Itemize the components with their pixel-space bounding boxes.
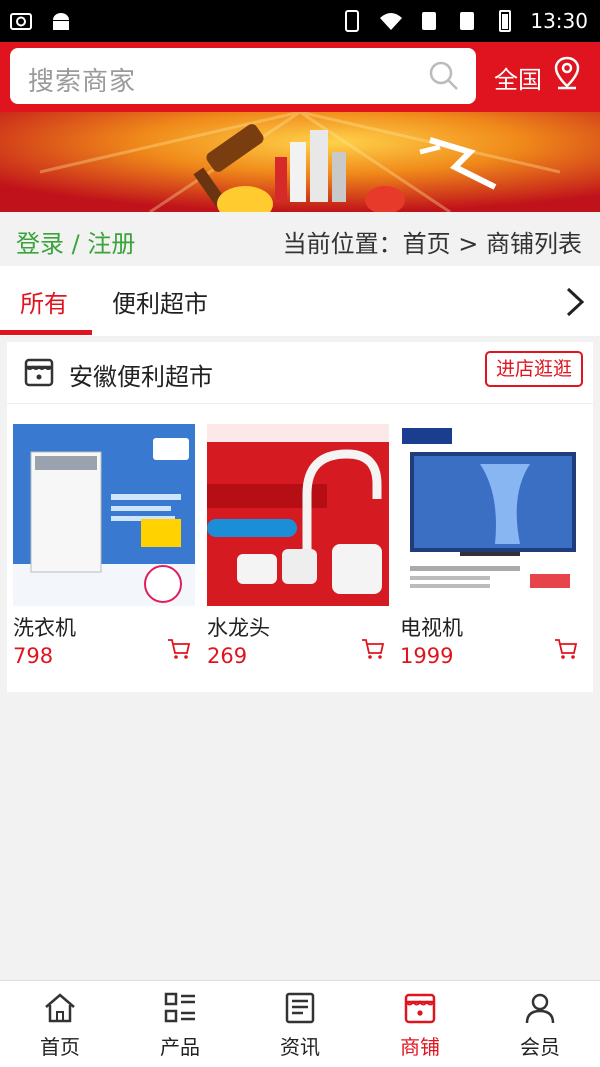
android-icon [53,13,69,30]
sim2-icon [460,12,475,30]
banner-graphic [0,112,600,212]
top-bar: 搜索商家 全国 [0,42,600,112]
shop-card: 安徽便利超市 进店逛逛 洗衣机 798 水龙头 269 电视机 1999 [7,342,593,692]
search-placeholder: 搜索商家 [28,67,137,97]
visit-store-button[interactable]: 进店逛逛 [485,351,583,387]
status-time: 13:30 [530,9,588,33]
breadcrumb: 当前位置：首页 > 商铺列表 [282,230,582,258]
cart-icon[interactable] [361,638,385,660]
product-card[interactable]: 洗衣机 798 [13,424,195,668]
tab-convenience-store[interactable]: 便利超市 [112,284,208,319]
shop-name: 安徽便利超市 [69,363,213,391]
tab-all[interactable]: 所有 [20,284,68,319]
product-image[interactable] [13,424,195,606]
nav-news[interactable]: 资讯 [240,981,360,1067]
nav-member[interactable]: 会员 [480,981,600,1067]
category-tabs: 所有 便利超市 [0,266,600,336]
battery-icon [499,10,512,32]
screenshot-icon [10,13,32,30]
search-icon[interactable] [428,60,460,92]
wifi-icon [380,13,403,30]
product-image[interactable] [207,424,389,606]
nav-shops[interactable]: 商铺 [360,981,480,1067]
nav-home[interactable]: 首页 [0,981,120,1067]
nav-label: 会员 [520,1035,560,1059]
product-card[interactable]: 水龙头 269 [207,424,389,668]
nav-label: 商铺 [400,1035,440,1059]
login-register-link[interactable]: 登录 / 注册 [16,224,135,259]
product-image[interactable] [400,424,582,606]
region-selector[interactable]: 全国 [494,60,542,95]
promo-banner[interactable] [0,112,600,212]
search-input[interactable]: 搜索商家 [10,48,476,104]
nav-label: 资讯 [280,1035,320,1059]
sim1-icon [422,12,437,30]
active-tab-indicator [0,330,92,335]
shop-icon [404,993,436,1024]
location-pin-icon[interactable] [552,56,582,90]
bottom-nav: 首页 产品 资讯 商铺 会员 [0,980,600,1067]
home-icon [45,993,75,1023]
user-icon [525,993,555,1024]
vibrate-icon [345,10,360,32]
nav-products[interactable]: 产品 [120,981,240,1067]
product-card[interactable]: 电视机 1999 [400,424,582,668]
nav-label: 产品 [160,1035,200,1059]
cart-icon[interactable] [554,638,578,660]
nav-label: 首页 [40,1035,80,1059]
chevron-right-icon[interactable] [564,286,586,318]
news-icon [285,992,315,1024]
status-bar: 13:30 [0,0,600,42]
shop-header: 安徽便利超市 进店逛逛 [7,342,593,404]
grid-list-icon [164,992,195,1023]
store-icon [24,358,54,387]
cart-icon[interactable] [167,638,191,660]
breadcrumb-bar: 登录 / 注册 当前位置：首页 > 商铺列表 [0,212,600,266]
